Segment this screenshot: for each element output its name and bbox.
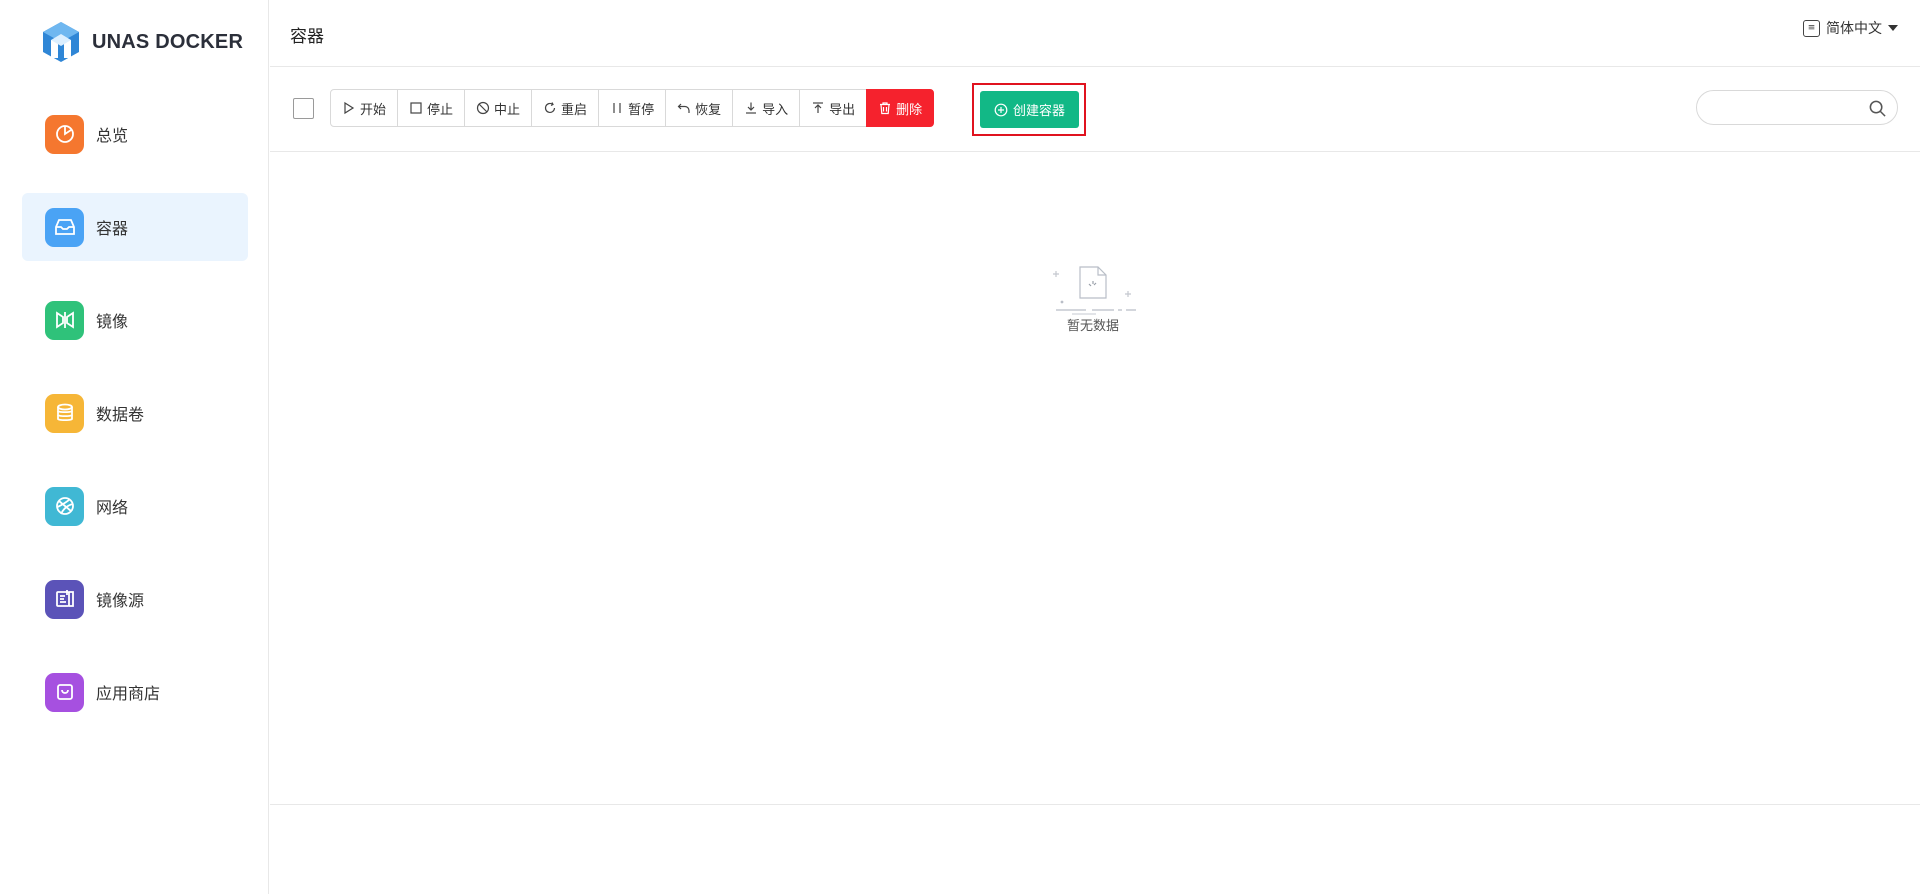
upload-icon: [811, 101, 825, 115]
stop-icon: [409, 101, 423, 115]
sidebar-item-label: 容器: [96, 219, 129, 238]
toolbar: 开始 停止 中止 重启 暂停 恢复 导入 导出 删除 创建容器: [270, 68, 1920, 152]
sidebar-item-label: 总览: [96, 126, 129, 145]
sidebar-item-label: 镜像: [96, 312, 129, 331]
ban-icon: [476, 101, 490, 115]
brand[interactable]: UNAS DOCKER: [40, 20, 243, 64]
sidebar-item-registry[interactable]: 镜像源: [22, 565, 248, 633]
action-button-group: 开始 停止 中止 重启 暂停 恢复 导入 导出 删除: [330, 89, 935, 127]
create-container-label: 创建容器: [1012, 104, 1065, 119]
container-list-area: 暂无数据: [270, 152, 1920, 805]
language-icon: ≡: [1803, 19, 1820, 37]
search-icon[interactable]: [1868, 99, 1887, 118]
pause-icon: [610, 101, 624, 115]
delete-button-label: 删除: [896, 102, 923, 118]
language-label: 简体中文: [1826, 21, 1882, 37]
sidebar-item-label: 镜像源: [96, 591, 145, 610]
create-container-highlight: 创建容器: [972, 83, 1086, 136]
sidebar-item-images[interactable]: 镜像: [22, 286, 248, 354]
sidebar: UNAS DOCKER 总览 容器 镜像 数据卷 网络 镜像源 应用商店: [0, 0, 269, 894]
sidebar-nav: 总览 容器 镜像 数据卷 网络 镜像源 应用商店: [22, 100, 248, 751]
network-icon: [45, 486, 84, 526]
export-button[interactable]: 导出: [799, 89, 868, 127]
export-button-label: 导出: [829, 102, 856, 118]
create-container-button[interactable]: 创建容器: [980, 91, 1079, 128]
unas-logo-icon: [43, 22, 79, 62]
overview-icon: [45, 114, 84, 154]
restart-button-label: 重启: [561, 102, 588, 118]
download-icon: [744, 101, 758, 115]
start-button[interactable]: 开始: [330, 89, 399, 127]
abort-button[interactable]: 中止: [464, 89, 533, 127]
sidebar-item-network[interactable]: 网络: [22, 472, 248, 540]
empty-state: 暂无数据: [1048, 262, 1138, 334]
stop-button-label: 停止: [427, 102, 454, 118]
sidebar-item-overview[interactable]: 总览: [22, 100, 248, 168]
pause-button[interactable]: 暂停: [598, 89, 667, 127]
sidebar-item-label: 数据卷: [96, 405, 145, 424]
sidebar-item-volumes[interactable]: 数据卷: [22, 379, 248, 447]
resume-button-label: 恢复: [695, 102, 722, 118]
undo-icon: [677, 101, 691, 115]
sidebar-item-app-store[interactable]: 应用商店: [22, 658, 248, 726]
app-store-icon: [45, 672, 84, 712]
pause-button-label: 暂停: [628, 102, 655, 118]
start-button-label: 开始: [360, 102, 387, 118]
page-title: 容器: [290, 27, 324, 47]
trash-icon: [878, 101, 892, 115]
abort-button-label: 中止: [494, 102, 521, 118]
resume-button[interactable]: 恢复: [665, 89, 734, 127]
header: 容器 ≡ 简体中文: [270, 0, 1920, 67]
app-root: UNAS DOCKER 总览 容器 镜像 数据卷 网络 镜像源 应用商店 容器 …: [0, 0, 1920, 894]
language-selector[interactable]: ≡ 简体中文: [1803, 18, 1898, 38]
volume-icon: [45, 393, 84, 433]
import-button-label: 导入: [762, 102, 789, 118]
search-input[interactable]: [1711, 97, 1861, 119]
registry-icon: [45, 579, 84, 619]
search-box: [1696, 90, 1898, 125]
sidebar-item-label: 应用商店: [96, 684, 161, 703]
empty-state-text: 暂无数据: [1066, 319, 1119, 334]
restart-button[interactable]: 重启: [531, 89, 600, 127]
container-icon: [45, 207, 84, 247]
sidebar-item-containers[interactable]: 容器: [22, 193, 248, 261]
caret-down-icon: [1888, 25, 1898, 31]
sidebar-item-label: 网络: [96, 498, 129, 517]
stop-button[interactable]: 停止: [397, 89, 466, 127]
empty-document-icon: [1053, 266, 1136, 315]
delete-button[interactable]: 删除: [866, 89, 935, 127]
restart-icon: [543, 101, 557, 115]
plus-circle-icon: [994, 103, 1008, 117]
image-icon: [45, 300, 84, 340]
play-icon: [342, 101, 356, 115]
select-all-checkbox[interactable]: [293, 98, 314, 119]
brand-name: UNAS DOCKER: [92, 30, 244, 53]
import-button[interactable]: 导入: [732, 89, 801, 127]
